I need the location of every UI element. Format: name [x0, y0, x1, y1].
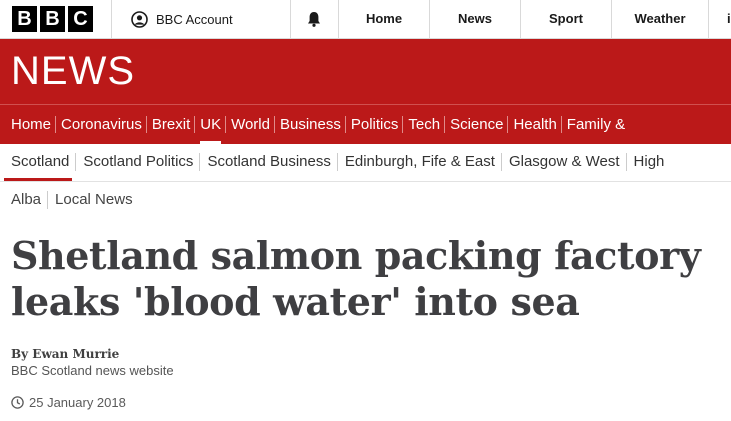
divider: [290, 0, 291, 38]
global-nav-home[interactable]: Home: [339, 0, 429, 38]
tertnav-item-alba[interactable]: Alba: [0, 186, 48, 214]
nav-item-tech[interactable]: Tech: [402, 105, 445, 144]
article-date-text: 25 January 2018: [29, 395, 126, 410]
clock-icon: [11, 396, 24, 409]
account-link[interactable]: BBC Account: [131, 0, 233, 38]
nav-item-health[interactable]: Health: [507, 105, 561, 144]
global-navigation-bar: B B C BBC Account Home News Sport Weathe…: [0, 0, 731, 39]
notifications-button[interactable]: [300, 0, 328, 38]
tertiary-nav: Alba Local News: [0, 186, 140, 214]
subnav-item-glasgow-west[interactable]: Glasgow & West: [500, 144, 627, 180]
region-sub-nav: Scotland Scotland Politics Scotland Busine…: [0, 144, 731, 182]
headline-line-2: leaks 'blood water' into sea: [11, 279, 580, 324]
subnav-item-scotland[interactable]: Scotland: [0, 144, 76, 181]
nav-item-brexit[interactable]: Brexit: [145, 105, 195, 144]
bell-icon: [308, 12, 320, 27]
subnav-item-highlands[interactable]: High: [625, 144, 672, 180]
nav-item-coronavirus[interactable]: Coronavirus: [55, 105, 147, 144]
nav-item-home[interactable]: Home: [0, 105, 56, 144]
news-main-nav: Home Coronavirus Brexit UK World Business Poli…: [0, 104, 731, 144]
global-nav-news[interactable]: News: [430, 0, 520, 38]
article-headline: Shetland salmon packing factory leaks 'bl…: [11, 233, 731, 325]
bbc-logo[interactable]: B B C: [12, 6, 93, 32]
nav-item-family-education[interactable]: Family &: [560, 105, 630, 144]
logo-letter-c: C: [68, 6, 93, 32]
nav-item-world[interactable]: World: [225, 105, 275, 144]
news-logo[interactable]: NEWS: [11, 49, 135, 93]
logo-letter-b2: B: [40, 6, 65, 32]
logo-letter-b1: B: [12, 6, 37, 32]
global-nav-weather[interactable]: Weather: [612, 0, 708, 38]
nav-item-science[interactable]: Science: [444, 105, 508, 144]
subnav-item-edinburgh-fife-east[interactable]: Edinburgh, Fife & East: [336, 144, 502, 180]
author-name: By Ewan Murrie: [11, 347, 120, 361]
subnav-item-scotland-business[interactable]: Scotland Business: [199, 144, 337, 180]
tertnav-item-local-news[interactable]: Local News: [47, 186, 140, 214]
nav-item-politics[interactable]: Politics: [344, 105, 404, 144]
user-circle-icon: [131, 10, 148, 28]
headline-line-1: Shetland salmon packing factory: [11, 233, 701, 278]
global-nav-sport[interactable]: Sport: [521, 0, 611, 38]
divider: [111, 0, 112, 38]
global-nav-iplayer[interactable]: i: [709, 0, 731, 38]
nav-item-uk[interactable]: UK: [194, 105, 226, 144]
nav-item-business[interactable]: Business: [273, 105, 346, 144]
author-role: BBC Scotland news website: [11, 363, 174, 378]
article-date: 25 January 2018: [11, 395, 126, 410]
subnav-item-scotland-politics[interactable]: Scotland Politics: [75, 144, 200, 180]
account-label: BBC Account: [156, 11, 233, 27]
